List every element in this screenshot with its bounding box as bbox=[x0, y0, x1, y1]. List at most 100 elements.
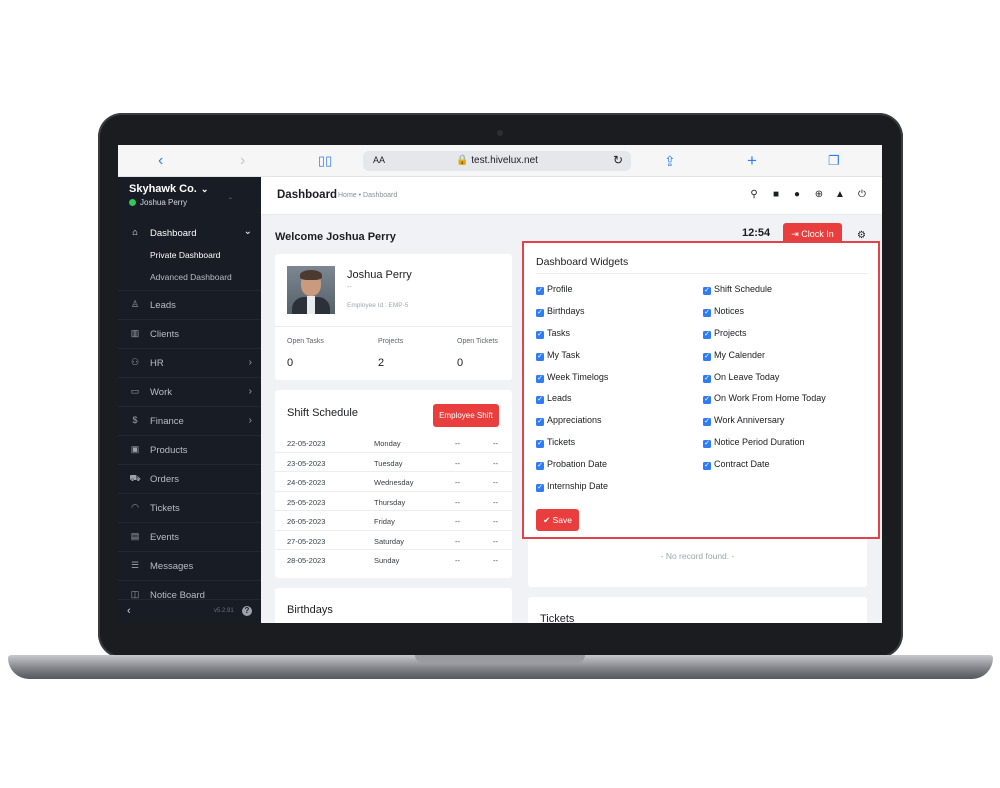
widget-checkbox-profile[interactable]: ✓ Profile bbox=[536, 284, 573, 295]
gear-icon[interactable]: ⚙ bbox=[857, 230, 866, 241]
shift-value: -- bbox=[455, 458, 460, 468]
stat-value[interactable]: 2 bbox=[378, 357, 384, 369]
widget-checkbox-projects[interactable]: ✓ Projects bbox=[703, 328, 747, 339]
card-title: Shift Schedule bbox=[287, 407, 358, 419]
sidebar-item-products[interactable]: ▣ Products bbox=[118, 435, 261, 464]
sidebar-item-events[interactable]: ▤ Events bbox=[118, 522, 261, 551]
sidebar-item-dashboard[interactable]: ⌂ Dashboard ⌄ bbox=[118, 221, 261, 245]
sidebar-item-label: Dashboard bbox=[150, 228, 197, 239]
widget-label: Work Anniversary bbox=[714, 415, 785, 425]
chevron-right-icon[interactable]: › bbox=[240, 152, 245, 170]
power-icon[interactable]: ⏻ bbox=[856, 189, 868, 200]
reload-icon[interactable]: ↻ bbox=[613, 153, 623, 167]
sticky-note-icon[interactable]: ■ bbox=[770, 189, 782, 200]
app-version: v5.2.91 bbox=[214, 608, 234, 614]
widget-label: Tickets bbox=[547, 437, 576, 447]
share-icon[interactable]: ⇪ bbox=[664, 152, 676, 170]
stat-label: Open Tasks bbox=[287, 338, 324, 345]
widget-checkbox-tickets[interactable]: ✓ Tickets bbox=[536, 437, 575, 448]
sidebar-subitem-private-dashboard[interactable]: Private Dashboard bbox=[150, 250, 220, 260]
widget-label: My Calender bbox=[714, 350, 766, 360]
profile-name[interactable]: Joshua Perry bbox=[347, 269, 412, 281]
widget-checkbox-work-from-home-today[interactable]: ✓ On Work From Home Today bbox=[703, 393, 826, 404]
box-icon: ▣ bbox=[130, 444, 140, 454]
save-label: Save bbox=[552, 515, 572, 525]
widget-label: On Work From Home Today bbox=[714, 393, 826, 403]
widget-checkbox-notices[interactable]: ✓ Notices bbox=[703, 306, 744, 317]
table-row: 25-05-2023 Thursday -- -- bbox=[275, 492, 512, 511]
plus-circle-icon[interactable]: ⊕ bbox=[813, 189, 825, 200]
widget-label: Profile bbox=[547, 284, 573, 294]
sidebar-item-messages[interactable]: ☰ Messages bbox=[118, 551, 261, 580]
shift-value: -- bbox=[455, 517, 460, 526]
widget-checkbox-my-task[interactable]: ✓ My Task bbox=[536, 350, 580, 361]
divider bbox=[536, 273, 868, 274]
widget-checkbox-on-leave-today[interactable]: ✓ On Leave Today bbox=[703, 372, 779, 383]
address-bar[interactable]: AA 🔒 test.hivelux.net ↻ bbox=[363, 151, 631, 171]
bell-icon[interactable]: ▲ bbox=[834, 189, 846, 200]
widget-checkbox-week-timelogs[interactable]: ✓ Week Timelogs bbox=[536, 372, 608, 383]
book-icon[interactable]: ▯▯ bbox=[318, 152, 332, 170]
help-icon[interactable]: ? bbox=[242, 606, 252, 616]
current-user: Joshua Perry bbox=[129, 198, 187, 207]
shift-value: -- bbox=[493, 556, 498, 565]
widget-label: Projects bbox=[714, 328, 747, 338]
clock-icon[interactable]: ● bbox=[791, 189, 803, 200]
sidebar-item-label: Work bbox=[150, 387, 172, 398]
check-icon: ✔ bbox=[543, 515, 551, 525]
check-icon: ✓ bbox=[536, 418, 544, 426]
sidebar-item-label: Clients bbox=[150, 329, 180, 340]
check-icon: ✓ bbox=[536, 287, 544, 295]
widget-checkbox-leads[interactable]: ✓ Leads bbox=[536, 393, 572, 404]
check-icon: ✓ bbox=[536, 331, 544, 339]
empty-state-text: - No record found. - bbox=[660, 551, 735, 561]
sidebar-item-clients[interactable]: ▥ Clients bbox=[118, 319, 261, 348]
widget-checkbox-probation-date[interactable]: ✓ Probation Date bbox=[536, 459, 607, 470]
widget-checkbox-birthdays[interactable]: ✓ Birthdays bbox=[536, 306, 585, 317]
sidebar-item-tickets[interactable]: ◠ Tickets bbox=[118, 493, 261, 522]
collapse-sidebar-icon[interactable]: ‹ bbox=[127, 605, 131, 617]
widget-label: Tasks bbox=[547, 328, 571, 338]
tabs-icon[interactable]: ❐ bbox=[828, 152, 840, 170]
chevron-down-icon: ⌄ bbox=[243, 226, 252, 237]
building-icon: ▥ bbox=[130, 328, 140, 338]
sidebar-item-work[interactable]: ▭ Work › bbox=[118, 377, 261, 406]
stat-value[interactable]: 0 bbox=[457, 357, 463, 369]
shift-day: Thursday bbox=[374, 497, 406, 507]
widget-checkbox-shift-schedule[interactable]: ✓ Shift Schedule bbox=[703, 284, 772, 295]
shift-day: Tuesday bbox=[374, 458, 403, 468]
sidebar-subitem-advanced-dashboard[interactable]: Advanced Dashboard bbox=[150, 272, 232, 282]
sidebar-item-leads[interactable]: ♙ Leads bbox=[118, 290, 261, 319]
save-button[interactable]: ✔ Save bbox=[536, 509, 579, 531]
shift-value: -- bbox=[493, 478, 498, 487]
card-title: Tickets bbox=[540, 613, 575, 623]
employee-shift-button[interactable]: Employee Shift bbox=[433, 404, 499, 427]
table-row: 24-05-2023 Wednesday -- -- bbox=[275, 472, 512, 492]
table-row: 26-05-2023 Friday -- -- bbox=[275, 511, 512, 531]
widget-checkbox-my-calender[interactable]: ✓ My Calender bbox=[703, 350, 765, 361]
headset-icon: ◠ bbox=[131, 502, 139, 512]
sidebar-item-finance[interactable]: $ Finance › bbox=[118, 406, 261, 435]
screen: ‹ › ▯▯ AA 🔒 test.hivelux.net ↻ ⇪ + ❐ Sky… bbox=[118, 145, 882, 623]
widget-checkbox-contract-date[interactable]: ✓ Contract Date bbox=[703, 459, 770, 470]
avatar-hair bbox=[300, 270, 322, 280]
company-switcher[interactable]: Skyhawk Co. ⌄ bbox=[129, 183, 208, 195]
sidebar-item-orders[interactable]: ⛟ Orders bbox=[118, 464, 261, 493]
chevron-left-icon[interactable]: ‹ bbox=[158, 152, 163, 170]
widget-checkbox-tasks[interactable]: ✓ Tasks bbox=[536, 328, 570, 339]
stat-label: Open Tickets bbox=[457, 338, 498, 345]
plus-icon[interactable]: + bbox=[747, 152, 757, 170]
widget-label: Leads bbox=[547, 393, 572, 403]
people-icon: ⚇ bbox=[130, 357, 140, 367]
widget-checkbox-appreciations[interactable]: ✓ Appreciations bbox=[536, 415, 602, 426]
search-icon[interactable]: ⚲ bbox=[748, 189, 760, 200]
url-label: test.hivelux.net bbox=[471, 155, 538, 166]
table-row: 28-05-2023 Sunday -- -- bbox=[275, 550, 512, 570]
widget-checkbox-internship-date[interactable]: ✓ Internship Date bbox=[536, 481, 608, 492]
widget-checkbox-work-anniversary[interactable]: ✓ Work Anniversary bbox=[703, 415, 784, 426]
stat-value[interactable]: 0 bbox=[287, 357, 293, 369]
sidebar-item-hr[interactable]: ⚇ HR › bbox=[118, 348, 261, 377]
widget-checkbox-notice-period-duration[interactable]: ✓ Notice Period Duration bbox=[703, 437, 805, 448]
check-icon: ✓ bbox=[536, 396, 544, 404]
birthdays-card: Birthdays bbox=[275, 588, 512, 623]
